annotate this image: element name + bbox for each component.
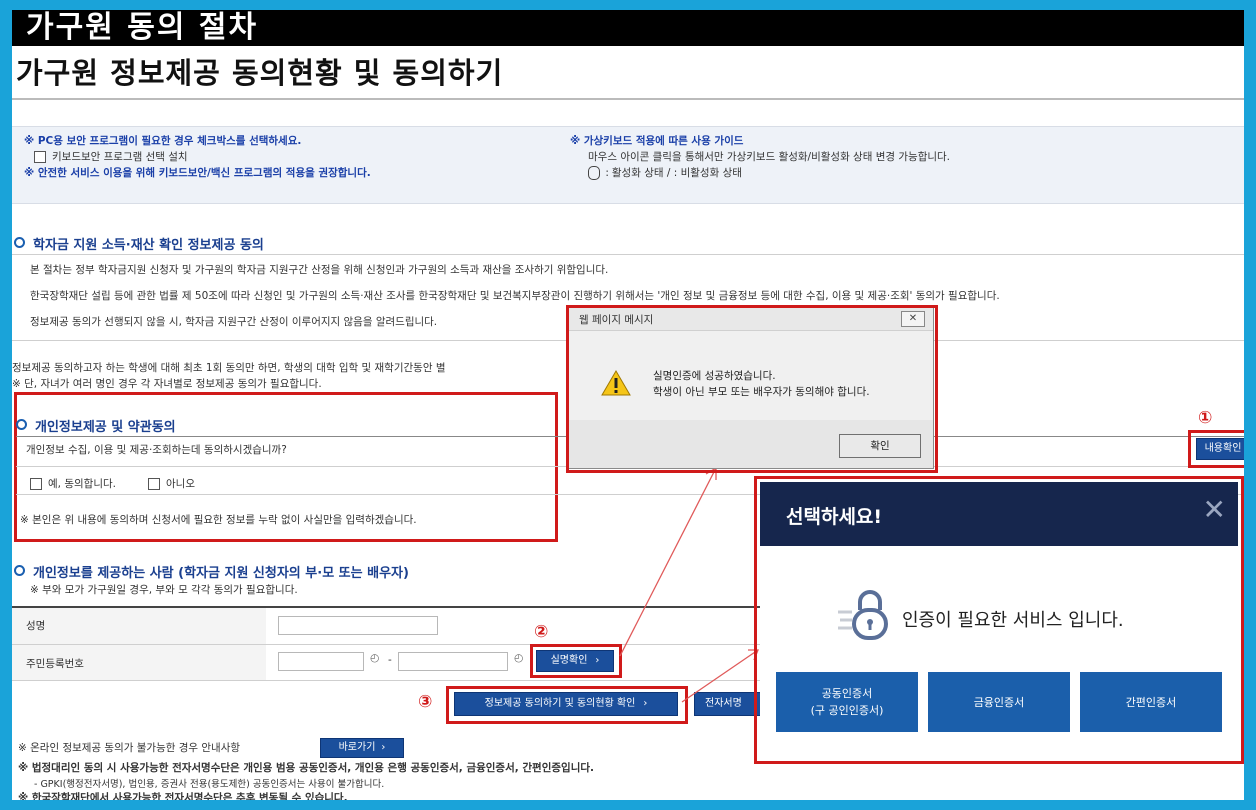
table-row-divider [12,644,772,645]
modal-header: 선택하세요! ✕ [760,482,1238,546]
consent-no-option[interactable]: 아니오 [148,476,195,491]
keyboard-install-checkbox[interactable] [34,151,46,163]
screenshot-frame: 가구원 동의 절차 가구원 정보제공 동의현황 및 동의하기 ※ PC용 보안 … [12,10,1244,800]
modal-title: 선택하세요! [786,506,883,528]
consent-no-checkbox[interactable] [148,478,160,490]
dialog-ok-button[interactable]: 확인 [839,434,921,458]
detail-confirm-button[interactable]: 내용확인 [1196,438,1244,460]
consent-status-label: 정보제공 동의하기 및 동의현황 확인 [484,698,636,709]
verify-name-button: 실명확인 › [536,650,614,672]
virtual-keyboard-state: : 활성화 상태 / : 비활성화 상태 [588,165,742,180]
title-divider [12,98,1244,100]
name-label: 성명 [26,620,46,632]
simple-certificate-button[interactable]: 간편인증서 [1080,672,1222,732]
chevron-right-icon: › [381,742,386,753]
consent-yes-option[interactable]: 예, 동의합니다. [30,476,116,491]
dialog-titlebar: 웹 페이지 메시지 ✕ [569,308,933,331]
security-guide-box: ※ PC용 보안 프로그램이 필요한 경우 체크박스를 선택하세요. 키보드보안… [12,126,1244,204]
certificate-select-modal: 선택하세요! ✕ 인증이 필요한 서비스 입니다. 공동인증서 (구 공인인증서)… [760,482,1238,758]
chevron-right-icon: › [595,655,600,666]
consent-yes-checkbox[interactable] [30,478,42,490]
shortcut-button: 바로가기 › [320,738,404,758]
name-input[interactable] [278,616,438,635]
dialog-message-1: 실명인증에 성공하였습니다. [653,370,776,382]
consent-yes-label: 예, 동의합니다. [48,478,116,490]
gpki-notice: - GPKI(행정전자서명), 법인용, 증권사 전용(용도제한) 공동인증서는… [34,779,385,790]
step-marker-1: ① [1198,408,1213,428]
verify-name-label: 실명확인 [550,655,588,666]
rrn-second-input[interactable] [398,652,508,671]
income-para-2: 한국장학재단 설립 등에 관한 법률 제 50조에 따라 신청인 및 가구원의 … [30,290,1000,302]
keyboard-install-option[interactable]: 키보드보안 프로그램 선택 설치 [34,149,188,164]
step-marker-2: ② [534,622,549,642]
rrn-separator: - [388,654,392,666]
arrow-to-dialog [619,467,717,657]
income-para-1: 본 절차는 정부 학자금지원 신청자 및 가구원의 학자금 지원구간 산정을 위… [30,264,609,276]
page-title: 가구원 정보제공 동의현황 및 동의하기 [16,56,504,90]
provider-section-title: 개인정보를 제공하는 사람 (학자금 지원 신청자의 부·모 또는 배우자) [14,562,409,581]
joint-cert-line1: 공동인증서 [821,687,873,700]
rrn-mouse-icon-1[interactable]: ◴ [370,652,379,664]
close-icon[interactable]: ✕ [901,311,925,327]
consent-pledge: ※ 본인은 위 내용에 동의하며 신청서에 필요한 정보를 누락 없이 사실만을… [20,514,417,526]
mouse-active-icon [588,166,600,180]
modal-message: 인증이 필요한 서비스 입니다. [902,610,1124,631]
rrn-mouse-icon-2[interactable]: ◴ [514,652,523,664]
close-icon[interactable]: ✕ [1203,496,1226,524]
lock-icon [838,590,888,640]
chevron-right-icon: › [643,698,648,709]
consent-no-label: 아니오 [166,478,195,490]
shortcut-label: 바로가기 [338,742,376,753]
rrn-label: 주민등록번호 [26,658,84,670]
dialog-title: 웹 페이지 메시지 [579,314,654,326]
income-section-title: 학자금 지원 소득·재산 확인 정보제공 동의 [14,234,264,253]
virtual-keyboard-state-text: 활성화 상태 / : 비활성화 상태 [611,167,742,179]
consent-status-button: 정보제공 동의하기 및 동의현황 확인 › [454,692,678,716]
agent-notice: ※ 법정대리인 동의 시 사용가능한 전자서명수단은 개인용 범용 공동인증서,… [18,762,595,774]
rrn-first-input[interactable] [278,652,364,671]
consent-section-title: 개인정보제공 및 약관동의 [16,416,176,435]
pc-security-notice: ※ PC용 보안 프로그램이 필요한 경우 체크박스를 선택하세요. [24,135,302,147]
joint-cert-line2: (구 공인인증서) [810,704,884,717]
finance-certificate-button[interactable]: 금융인증서 [928,672,1070,732]
last-notice: ※ 한국장학재단에서 사용가능한 전자서명수단은 추후 변동될 수 있습니다. [18,792,348,800]
income-red-note: ※ 단, 자녀가 여러 명인 경우 각 자녀별로 정보제공 동의가 필요합니다. [12,378,322,390]
step-marker-3: ③ [418,692,433,712]
consent-question: 개인정보 수집, 이용 및 제공·조회하는데 동의하시겠습니까? [26,444,287,456]
keyboard-install-label: 키보드보안 프로그램 선택 설치 [52,151,188,163]
dialog-message-2: 학생이 아닌 부모 또는 배우자가 동의해야 합니다. [653,386,870,398]
joint-certificate-button[interactable]: 공동인증서 (구 공인인증서) [776,672,918,732]
virtual-keyboard-desc: 마우스 아이콘 클릭을 통해서만 가상키보드 활성화/비활성화 상태 변경 가능… [588,151,951,163]
warning-icon [601,370,631,396]
web-page-message-dialog: 웹 페이지 메시지 ✕ 실명인증에 성공하였습니다. 학생이 아닌 부모 또는 … [566,305,938,473]
income-para-4: 정보제공 동의하고자 하는 학생에 대해 최초 1회 동의만 하면, 학생의 대… [12,362,446,374]
top-banner: 가구원 동의 절차 [12,10,1244,46]
top-title: 가구원 동의 절차 [26,10,259,45]
table-bottom-border [12,680,772,681]
provider-red-note: ※ 부와 모가 가구원일 경우, 부와 모 각각 동의가 필요합니다. [30,584,298,596]
income-para-3: 정보제공 동의가 선행되지 않을 시, 학자금 지원구간 산정이 이루어지지 않… [30,316,438,328]
safe-use-notice: ※ 안전한 서비스 이용을 위해 키보드보안/백신 프로그램의 적용을 권장합니… [24,167,371,179]
offline-notice: ※ 온라인 정보제공 동의가 불가능한 경우 안내사항 [18,742,241,754]
section-divider [12,254,1244,255]
virtual-keyboard-title: ※ 가상키보드 적용에 따른 사용 가이드 [570,135,744,147]
